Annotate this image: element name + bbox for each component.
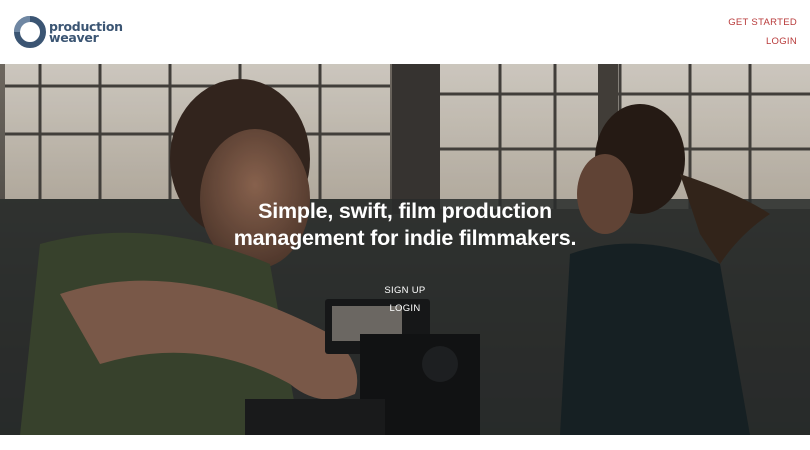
- hero-signup-link[interactable]: SIGN UP: [355, 285, 455, 296]
- hero-headline: Simple, swift, film production managemen…: [233, 199, 577, 250]
- hero-login-link[interactable]: LOGIN: [355, 303, 455, 314]
- get-started-link[interactable]: GET STARTED: [728, 17, 797, 28]
- production-weaver-logo-icon: [14, 16, 46, 48]
- hero-section: Simple, swift, film production managemen…: [0, 64, 810, 435]
- brand-line-2: weaver: [49, 30, 99, 45]
- brand-wordmark: production weaver: [49, 20, 123, 45]
- site-header: production weaver GET STARTED LOGIN: [0, 0, 810, 64]
- brand-logo[interactable]: production weaver: [14, 16, 123, 48]
- header-login-link[interactable]: LOGIN: [728, 36, 797, 47]
- header-nav: GET STARTED LOGIN: [728, 17, 797, 47]
- page-bottom-strip: [0, 435, 810, 450]
